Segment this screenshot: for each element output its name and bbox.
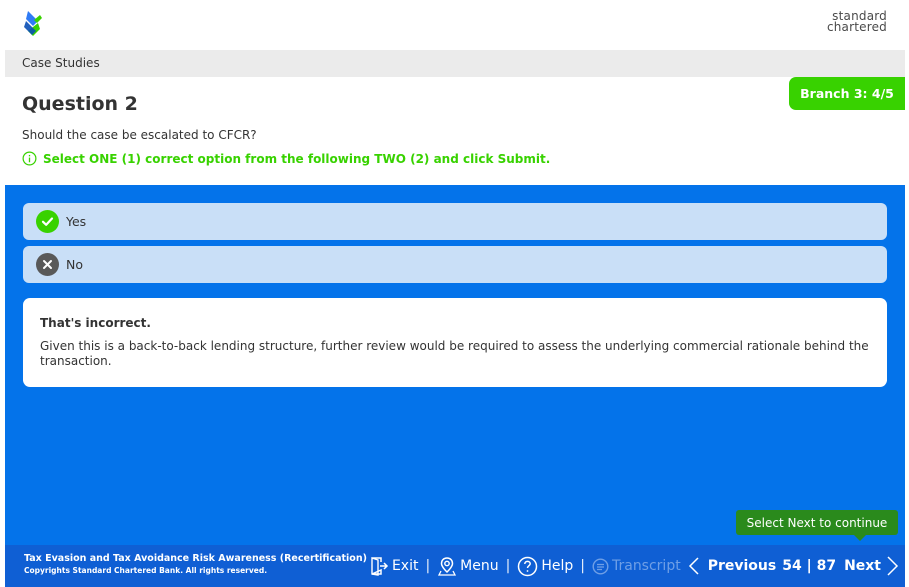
help-label: Help: [541, 558, 574, 574]
course-title: Tax Evasion and Tax Avoidance Risk Aware…: [24, 553, 367, 564]
question-text: Should the case be escalated to CFCR?: [22, 128, 257, 142]
instruction: Select ONE (1) correct option from the f…: [22, 151, 550, 166]
previous-label: Previous: [707, 558, 777, 574]
previous-button[interactable]: Previous: [687, 556, 777, 576]
menu-label: Menu: [460, 558, 499, 574]
next-label: Next: [844, 558, 881, 574]
feedback-panel: That's incorrect. Given this is a back-t…: [23, 298, 887, 387]
header: standard chartered: [5, 0, 905, 50]
navigation-bar: Exit | Menu | Help | Transcript Previous…: [369, 545, 900, 587]
check-icon: [36, 210, 59, 233]
exit-label: Exit: [391, 558, 419, 574]
next-tooltip: Select Next to continue: [736, 510, 898, 541]
help-button[interactable]: Help: [517, 556, 573, 577]
exit-button[interactable]: Exit: [369, 556, 419, 576]
brand-line-2: chartered: [826, 20, 887, 34]
separator: |: [425, 558, 431, 574]
exit-icon: [371, 557, 388, 576]
transcript-icon: [592, 557, 609, 575]
breadcrumb-bar: Case Studies: [5, 50, 905, 77]
info-icon: [22, 151, 37, 166]
page-counter: 54 | 87: [782, 558, 836, 574]
question-panel: Yes No That's incorrect. Given this is a…: [5, 185, 905, 545]
option-label: Yes: [66, 214, 87, 229]
question-title: Question 2: [22, 93, 138, 115]
feedback-body: Given this is a back-to-back lending str…: [40, 339, 869, 368]
help-icon: [518, 556, 538, 576]
course-frame: standard chartered Case Studies Branch 3…: [5, 0, 905, 587]
transcript-button[interactable]: Transcript: [592, 557, 681, 575]
page-total: 87: [816, 558, 837, 574]
cross-icon: [36, 253, 59, 276]
copyright-text: Copyrights Standard Chartered Bank. All …: [24, 566, 268, 575]
transcript-label: Transcript: [611, 558, 681, 574]
page-divider: |: [806, 558, 812, 574]
map-pin-icon: [438, 557, 457, 576]
separator: |: [580, 558, 585, 574]
breadcrumb: Case Studies: [22, 56, 100, 70]
option-no[interactable]: No: [23, 246, 887, 283]
branch-progress-badge: Branch 3: 4/5: [789, 77, 905, 110]
footer-bar: Tax Evasion and Tax Avoidance Risk Aware…: [5, 545, 905, 587]
standard-chartered-logo-icon: [24, 11, 42, 36]
instruction-text: Select ONE (1) correct option from the f…: [43, 151, 551, 166]
separator: |: [505, 558, 511, 574]
feedback-title: That's incorrect.: [40, 316, 151, 330]
option-yes[interactable]: Yes: [23, 203, 887, 240]
chevron-right-icon: [887, 556, 899, 576]
option-label: No: [66, 257, 83, 272]
chevron-left-icon: [688, 557, 699, 575]
menu-button[interactable]: Menu: [437, 556, 499, 576]
page-current: 54: [782, 558, 802, 574]
brand-wordmark: standard chartered: [826, 10, 887, 34]
next-button[interactable]: Next: [844, 555, 900, 577]
